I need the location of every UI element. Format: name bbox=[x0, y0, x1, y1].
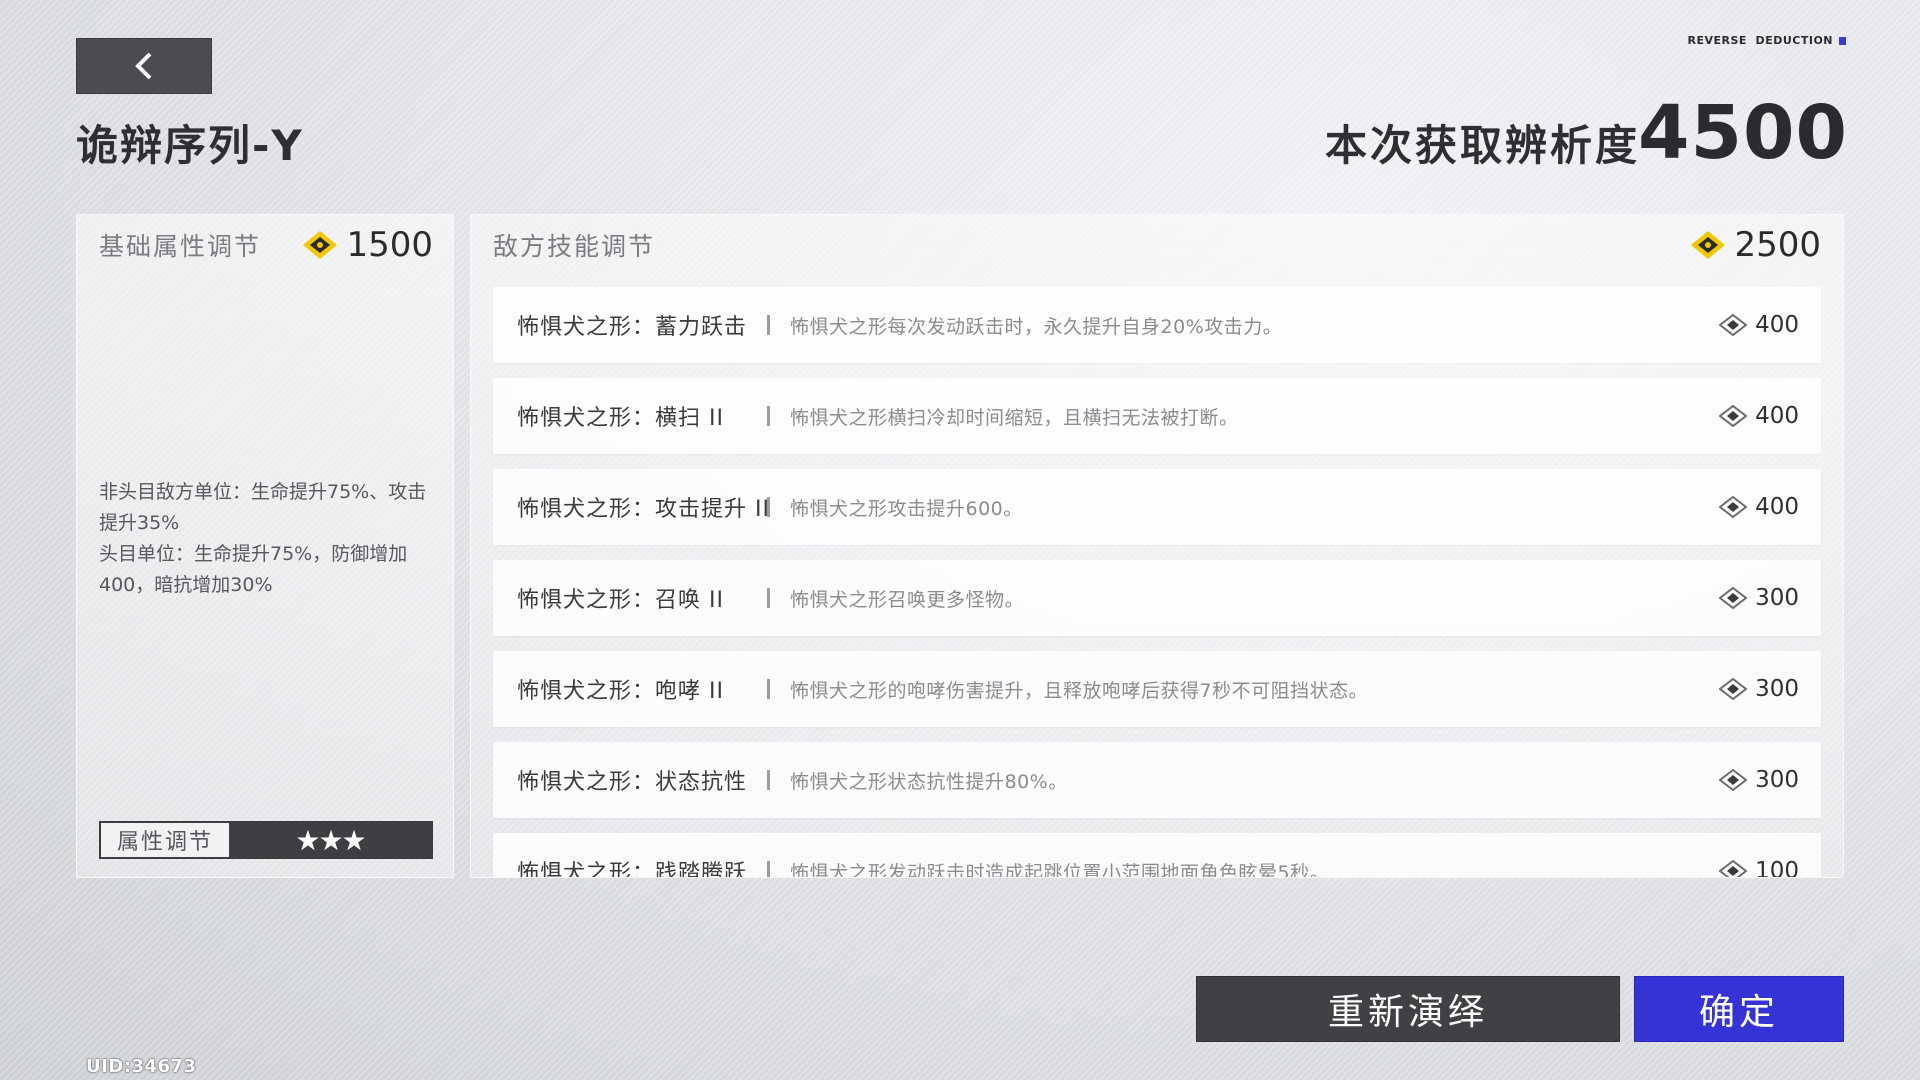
right-panel-header: 敌方技能调节 2500 bbox=[471, 221, 1843, 269]
skill-cost-value: 400 bbox=[1755, 494, 1799, 520]
skill-cost: 300 bbox=[1719, 767, 1799, 793]
basic-attribute-panel: 基础属性调节 1500 非头目敌方单位：生命提升75%、攻击提升35% 头目单位… bbox=[76, 214, 454, 878]
skill-description: 怖惧犬之形攻击提升600。 bbox=[790, 497, 1023, 520]
eye-diamond-icon bbox=[1719, 769, 1748, 791]
skill-cost: 400 bbox=[1719, 403, 1799, 429]
diamond-eye-icon bbox=[1691, 231, 1726, 259]
chevron-left-icon bbox=[135, 52, 152, 80]
gain-label: 本次获取辨析度 bbox=[1324, 121, 1640, 170]
left-panel-cost-value: 1500 bbox=[346, 225, 433, 265]
skill-description: 怖惧犬之形横扫冷却时间缩短，且横扫无法被打断。 bbox=[790, 406, 1239, 429]
description-line: 头目单位：生命提升75%，防御增加400，暗抗增加30% bbox=[99, 543, 408, 596]
confirm-button[interactable]: 确定 bbox=[1634, 976, 1844, 1042]
divider bbox=[767, 406, 770, 426]
skill-cost-value: 300 bbox=[1755, 585, 1799, 611]
skill-cost: 300 bbox=[1719, 676, 1799, 702]
skill-cost: 100 bbox=[1719, 858, 1799, 878]
attribute-stars: ★★★ bbox=[229, 823, 431, 857]
skill-description: 怖惧犬之形召唤更多怪物。 bbox=[790, 588, 1025, 611]
uid-label: UID:34673 bbox=[86, 1056, 197, 1077]
skill-description: 怖惧犬之形状态抗性提升80%。 bbox=[790, 770, 1068, 793]
page-title: 诡辩序列-Y bbox=[76, 121, 304, 170]
divider bbox=[767, 315, 770, 335]
eye-diamond-icon bbox=[1719, 860, 1748, 877]
skill-list: 怖惧犬之形：蓄力跃击 怖惧犬之形每次发动跃击时，永久提升自身20%攻击力。 400 怖… bbox=[493, 287, 1821, 878]
skill-name: 怖惧犬之形：咆哮 II bbox=[517, 679, 724, 704]
description-line: 非头目敌方单位：生命提升75%、攻击提升35% bbox=[99, 481, 427, 534]
divider bbox=[767, 679, 770, 699]
divider bbox=[767, 770, 770, 790]
eye-diamond-icon bbox=[1719, 405, 1748, 427]
attribute-adjust-button[interactable]: 属性调节 ★★★ bbox=[99, 821, 433, 859]
skill-description: 怖惧犬之形的咆哮伤害提升，且释放咆哮后获得7秒不可阻挡状态。 bbox=[790, 679, 1369, 702]
skill-cost: 400 bbox=[1719, 494, 1799, 520]
gain-value: 4500 bbox=[1638, 90, 1848, 176]
divider bbox=[767, 497, 770, 517]
skill-row[interactable]: 怖惧犬之形：践踏腾跃 怖惧犬之形发动跃击时造成起跳位置小范围地面角色眩晕5秒。 10… bbox=[493, 833, 1821, 878]
eye-diamond-icon bbox=[1719, 678, 1748, 700]
divider bbox=[767, 588, 770, 608]
brand-logo: REVERSE DEDUCTION bbox=[1687, 34, 1846, 47]
skill-cost-value: 300 bbox=[1755, 767, 1799, 793]
skill-description: 怖惧犬之形发动跃击时造成起跳位置小范围地面角色眩晕5秒。 bbox=[790, 861, 1330, 878]
back-button[interactable] bbox=[76, 38, 212, 94]
diamond-eye-icon bbox=[303, 231, 338, 259]
skill-name: 怖惧犬之形：攻击提升 II bbox=[517, 497, 770, 522]
eye-diamond-icon bbox=[1719, 496, 1748, 518]
brand-text: REVERSE DEDUCTION bbox=[1687, 34, 1833, 47]
skill-row[interactable]: 怖惧犬之形：攻击提升 II 怖惧犬之形攻击提升600。 400 bbox=[493, 469, 1821, 545]
skill-name: 怖惧犬之形：蓄力跃击 bbox=[517, 315, 748, 340]
skill-cost: 400 bbox=[1719, 312, 1799, 338]
left-panel-title: 基础属性调节 bbox=[99, 232, 262, 261]
brand-mark bbox=[1839, 36, 1846, 45]
skill-name: 怖惧犬之形：横扫 II bbox=[517, 406, 724, 431]
skill-row[interactable]: 怖惧犬之形：横扫 II 怖惧犬之形横扫冷却时间缩短，且横扫无法被打断。 400 bbox=[493, 378, 1821, 454]
skill-cost-value: 300 bbox=[1755, 676, 1799, 702]
eye-diamond-icon bbox=[1719, 587, 1748, 609]
right-panel-cost-value: 2500 bbox=[1734, 225, 1821, 265]
skill-row[interactable]: 怖惧犬之形：蓄力跃击 怖惧犬之形每次发动跃击时，永久提升自身20%攻击力。 400 bbox=[493, 287, 1821, 363]
skill-cost-value: 400 bbox=[1755, 403, 1799, 429]
left-panel-header: 基础属性调节 1500 bbox=[77, 221, 453, 269]
skill-row[interactable]: 怖惧犬之形：状态抗性 怖惧犬之形状态抗性提升80%。 300 bbox=[493, 742, 1821, 818]
right-panel-title: 敌方技能调节 bbox=[493, 232, 656, 261]
skill-cost: 300 bbox=[1719, 585, 1799, 611]
right-panel-cost: 2500 bbox=[1690, 225, 1821, 265]
eye-diamond-icon bbox=[1719, 314, 1748, 336]
attribute-adjust-label: 属性调节 bbox=[101, 823, 229, 857]
attribute-description: 非头目敌方单位：生命提升75%、攻击提升35% 头目单位：生命提升75%，防御增… bbox=[99, 477, 429, 601]
redo-button[interactable]: 重新演绎 bbox=[1196, 976, 1620, 1042]
skill-row[interactable]: 怖惧犬之形：召唤 II 怖惧犬之形召唤更多怪物。 300 bbox=[493, 560, 1821, 636]
divider bbox=[767, 861, 770, 877]
skill-description: 怖惧犬之形每次发动跃击时，永久提升自身20%攻击力。 bbox=[790, 315, 1283, 338]
skill-name: 怖惧犬之形：召唤 II bbox=[517, 588, 724, 613]
skill-name: 怖惧犬之形：践踏腾跃 bbox=[517, 861, 748, 878]
skill-row[interactable]: 怖惧犬之形：咆哮 II 怖惧犬之形的咆哮伤害提升，且释放咆哮后获得7秒不可阻挡状态… bbox=[493, 651, 1821, 727]
skill-cost-value: 400 bbox=[1755, 312, 1799, 338]
skill-cost-value: 100 bbox=[1755, 858, 1799, 878]
left-panel-cost: 1500 bbox=[302, 225, 433, 265]
enemy-skill-panel: 敌方技能调节 2500 怖惧犬之形：蓄力跃击 怖惧犬之形每次发动跃击时，永久提升自… bbox=[470, 214, 1844, 878]
skill-name: 怖惧犬之形：状态抗性 bbox=[517, 770, 748, 795]
